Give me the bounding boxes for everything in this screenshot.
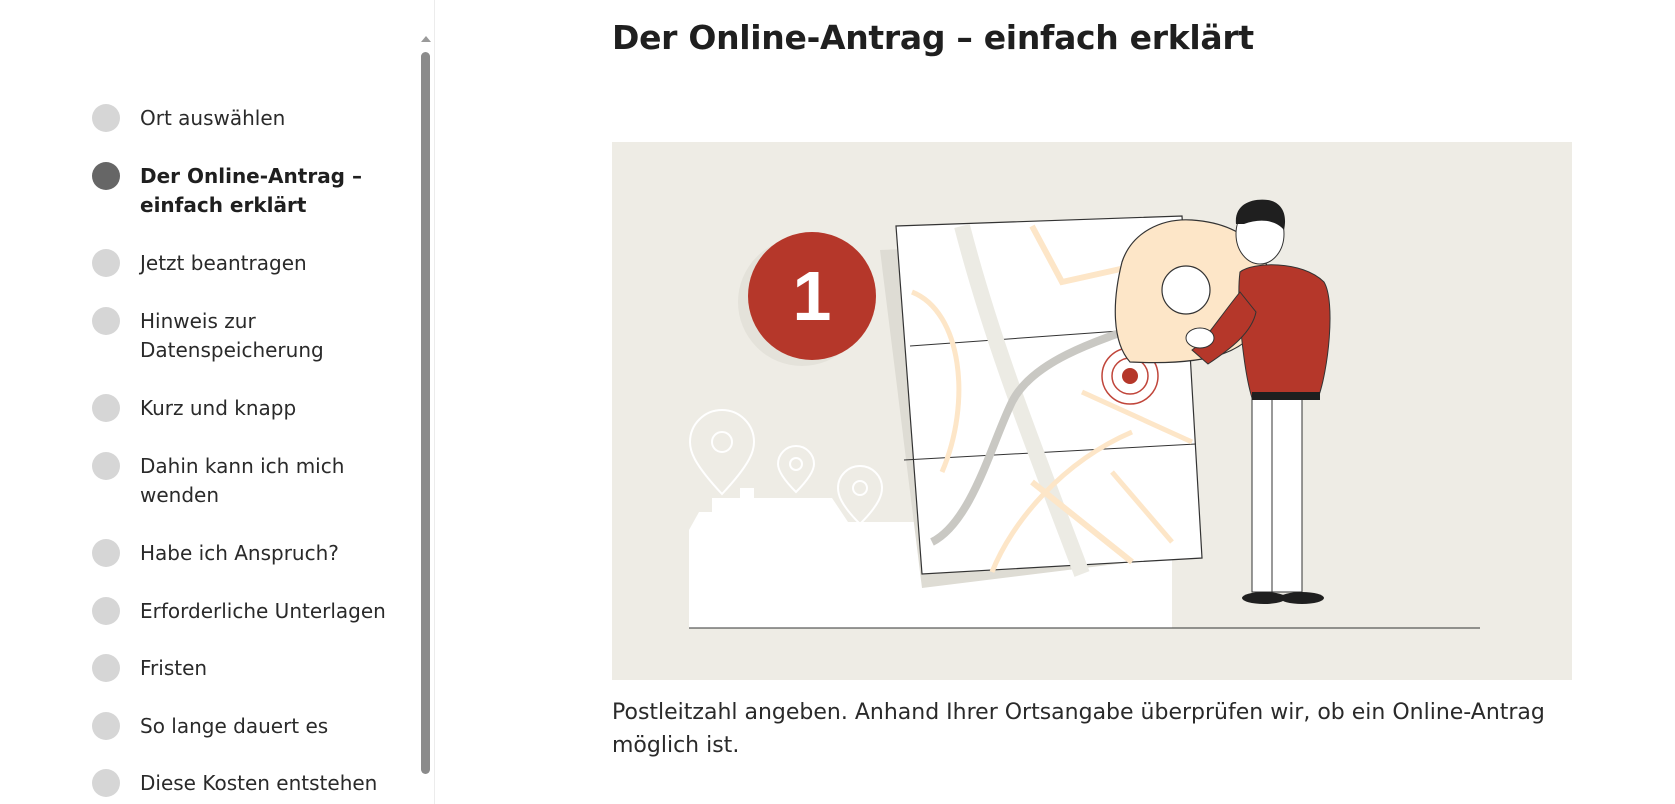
toc-dot (92, 769, 120, 797)
main-content: Der Online-Antrag – einfach erklärt 1 Po… (612, 0, 1572, 804)
step-number: 1 (793, 257, 832, 335)
step-number-badge: 1 (738, 232, 876, 366)
toc-item-label: Dahin kann ich mich wenden (140, 454, 345, 507)
sidebar-scrollbar[interactable] (418, 30, 432, 784)
toc-dot (92, 712, 120, 740)
toc-item-label: Hinweis zur Datenspeicherung (140, 309, 324, 362)
toc-item-label: Ort auswählen (140, 106, 286, 130)
scrollbar-thumb[interactable] (421, 52, 430, 774)
map-illustration-svg: 1 (688, 199, 1480, 629)
toc-dot (92, 249, 120, 277)
toc-dot (92, 654, 120, 682)
step-illustration: 1 (612, 142, 1572, 680)
toc-item-label: Der Online-Antrag – einfach erklärt (140, 164, 362, 217)
toc-dot-active (92, 162, 120, 190)
toc-item-label: Kurz und knapp (140, 396, 297, 420)
toc-dot (92, 452, 120, 480)
scroll-up-arrow-icon[interactable] (421, 36, 431, 42)
toc-item-label: Erforderliche Unterlagen (140, 599, 386, 623)
step-description: Postleitzahl angeben. Anhand Ihrer Ortsa… (612, 700, 1545, 758)
toc-item-label: Jetzt beantragen (140, 251, 307, 275)
toc-item-label: Diese Kosten entstehen (140, 771, 378, 795)
toc-dot (92, 307, 120, 335)
toc-dot (92, 539, 120, 567)
toc-dot (92, 597, 120, 625)
toc-dot (92, 394, 120, 422)
page-title: Der Online-Antrag – einfach erklärt (612, 18, 1254, 57)
toc-item-label: Habe ich Anspruch? (140, 541, 339, 565)
sidebar: Ort auswählen Der Online-Antrag – einfac… (0, 0, 435, 804)
toc-dot (92, 104, 120, 132)
toc-item-label: Fristen (140, 656, 208, 680)
toc-item-label: So lange dauert es (140, 714, 329, 738)
